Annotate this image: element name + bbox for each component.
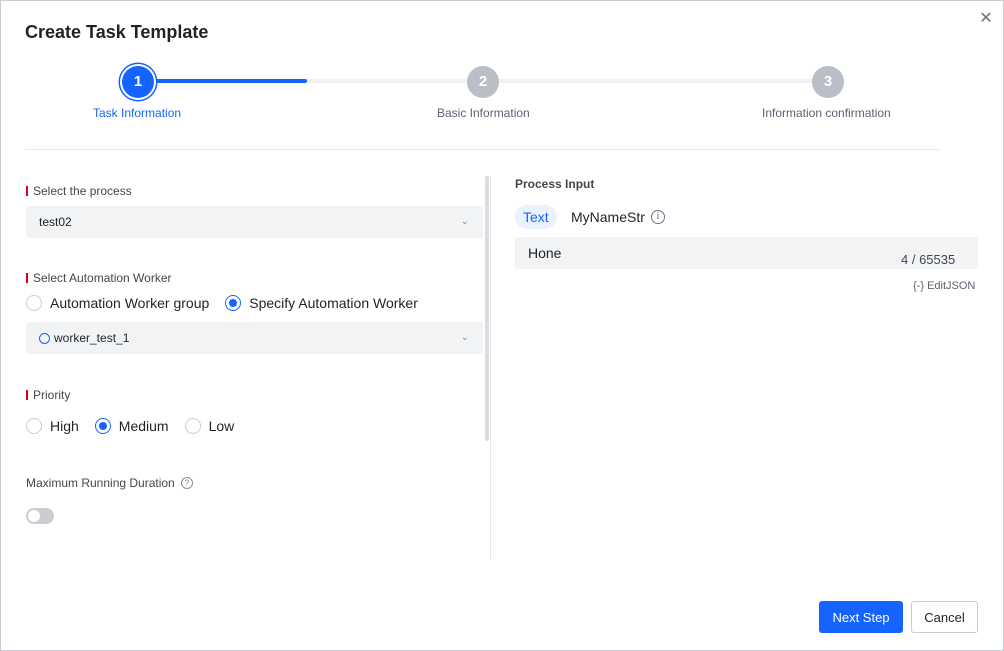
radio-circle-checked [225, 295, 242, 311]
step-1-label: Task Information [93, 106, 182, 120]
chevron-down-icon: ⌄ [460, 216, 469, 227]
radio-label: Specify Automation Worker [249, 295, 418, 311]
process-select-value: test02 [39, 215, 72, 229]
priority-label-text: Priority [33, 388, 71, 402]
worker-label: Select Automation Worker [26, 271, 172, 285]
scrollbar[interactable] [485, 176, 489, 441]
cancel-button[interactable]: Cancel [911, 601, 978, 633]
radio-worker-group[interactable]: Automation Worker group [26, 295, 209, 311]
code-braces-icon: {-} [913, 280, 925, 292]
step-3-label: Information confirmation [762, 106, 891, 120]
step-2-label: Basic Information [437, 106, 530, 120]
next-step-button[interactable]: Next Step [819, 601, 903, 633]
worker-icon [39, 332, 50, 344]
process-select[interactable]: test02 ⌄ [26, 206, 483, 238]
process-label: Select the process [26, 184, 132, 198]
close-icon[interactable]: ✕ [976, 9, 996, 29]
dialog-title: Create Task Template [25, 22, 209, 42]
priority-radio-group: High Medium Low [26, 418, 250, 434]
radio-label: High [50, 418, 79, 434]
worker-mode-radio-group: Automation Worker group Specify Automati… [26, 295, 434, 311]
radio-priority-medium[interactable]: Medium [94, 418, 169, 434]
required-marker [26, 273, 28, 283]
process-input-title: Process Input [515, 177, 595, 191]
radio-specify-worker[interactable]: Specify Automation Worker [225, 295, 418, 311]
tab-mynamestr-label: MyNameStr [571, 209, 645, 225]
step-3-indicator: 3 [812, 66, 844, 98]
info-icon[interactable]: i [650, 210, 665, 224]
radio-label: Automation Worker group [50, 295, 210, 311]
tab-mynamestr[interactable]: MyNameStr i [571, 205, 665, 229]
chevron-down-icon: ⌄ [460, 332, 469, 343]
header-divider [25, 149, 940, 150]
required-marker [26, 390, 28, 400]
radio-circle [26, 418, 42, 434]
tab-text[interactable]: Text [515, 205, 557, 229]
radio-circle [26, 295, 42, 311]
required-marker [26, 186, 28, 196]
help-icon[interactable]: ? [180, 477, 193, 489]
max-duration-label: Maximum Running Duration ? [26, 476, 193, 490]
step-2-indicator: 2 [467, 66, 499, 98]
create-task-template-dialog: Create Task Template ✕ 1 2 3 Task Inform… [0, 0, 1004, 651]
panel-divider [490, 176, 491, 560]
worker-select[interactable]: worker_test_1 ⌄ [26, 322, 483, 354]
edit-json-link[interactable]: {-} EditJSON [913, 280, 975, 292]
worker-label-text: Select Automation Worker [33, 271, 172, 285]
radio-circle-checked [94, 418, 111, 434]
char-counter: 4 / 65535 [901, 252, 956, 267]
max-duration-toggle[interactable] [26, 508, 54, 524]
radio-priority-high[interactable]: High [26, 418, 79, 434]
max-duration-label-text: Maximum Running Duration [26, 476, 175, 490]
steps-track-progress [151, 79, 307, 83]
worker-select-value: worker_test_1 [54, 331, 130, 345]
priority-label: Priority [26, 388, 70, 402]
radio-circle [184, 418, 201, 434]
process-label-text: Select the process [33, 184, 132, 198]
radio-label: Medium [118, 418, 169, 434]
radio-label: Low [208, 418, 235, 434]
step-1-indicator: 1 [122, 66, 154, 98]
edit-json-label: EditJSON [927, 280, 976, 292]
radio-priority-low[interactable]: Low [184, 418, 235, 434]
